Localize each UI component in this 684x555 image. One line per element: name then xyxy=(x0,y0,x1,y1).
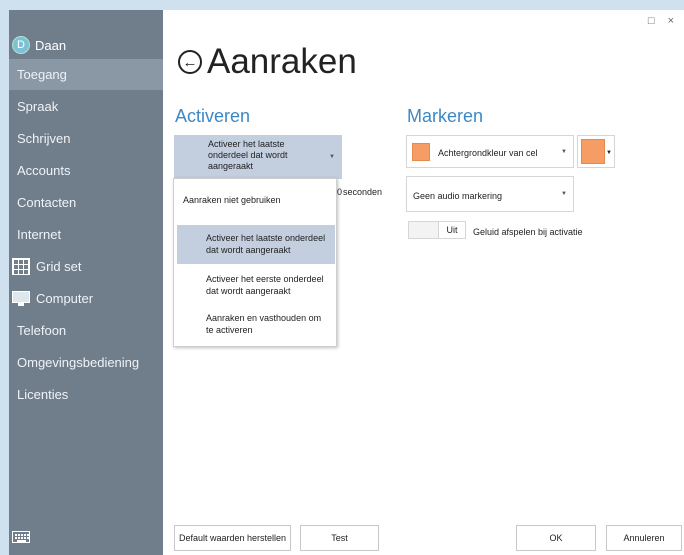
menu-item-activate-last[interactable]: Activeer het laatste onderdeel dat wordt… xyxy=(177,225,335,264)
test-button[interactable]: Test xyxy=(300,525,379,551)
activation-mode-menu: Aanraken niet gebruiken Activeer het laa… xyxy=(173,178,337,347)
maximize-icon[interactable]: □ xyxy=(648,15,655,27)
close-icon[interactable]: × xyxy=(668,15,674,27)
window-left-border xyxy=(0,0,9,555)
main-panel: □ × ← Aanraken Activeren Markeren Active… xyxy=(163,10,684,555)
background-marking-dropdown[interactable]: Achtergrondkleur van cel ▼ xyxy=(406,135,574,168)
sidebar: D Daan Toegang Spraak Schrijven Accounts… xyxy=(9,10,163,555)
section-heading-markeren: Markeren xyxy=(407,106,484,126)
menu-item-hold-to-activate[interactable]: Aanraken en vasthouden om te activeren xyxy=(177,312,335,336)
sidebar-item-accounts[interactable]: Accounts xyxy=(9,155,163,186)
seconds-value: 0 xyxy=(337,187,343,197)
toggle-knob xyxy=(409,222,439,238)
user-name: Daan xyxy=(35,37,67,53)
window-controls: □ × xyxy=(648,15,684,27)
page-header: ← Aanraken xyxy=(178,42,357,82)
chevron-down-icon: ▼ xyxy=(329,154,335,160)
page-title: Aanraken xyxy=(207,42,357,81)
sidebar-item-computer[interactable]: Computer xyxy=(9,283,163,314)
avatar: D xyxy=(12,36,30,54)
back-arrow-icon[interactable]: ← xyxy=(178,50,202,74)
color-swatch-large xyxy=(581,139,605,164)
sound-toggle[interactable]: Uit xyxy=(408,221,466,239)
seconds-label: seconden xyxy=(343,187,383,197)
activation-mode-dropdown[interactable]: Activeer het laatste onderdeel dat wordt… xyxy=(174,135,342,179)
sidebar-item-licenties[interactable]: Licenties xyxy=(9,379,163,410)
sidebar-item-schrijven[interactable]: Schrijven xyxy=(9,123,163,154)
cancel-button[interactable]: Annuleren xyxy=(606,525,682,551)
menu-item-activate-first[interactable]: Activeer het eerste onderdeel dat wordt … xyxy=(177,273,335,297)
sidebar-item-omgevingsbediening[interactable]: Omgevingsbediening xyxy=(9,347,163,378)
chevron-down-icon: ▼ xyxy=(606,150,612,156)
keyboard-icon[interactable] xyxy=(12,531,30,543)
window-top-border xyxy=(0,0,684,10)
reset-defaults-button[interactable]: Default waarden herstellen xyxy=(174,525,291,551)
menu-item-no-touch[interactable]: Aanraken niet gebruiken xyxy=(177,194,335,206)
sidebar-item-spraak[interactable]: Spraak xyxy=(9,91,163,122)
sidebar-item-grid-set[interactable]: Grid set xyxy=(9,251,163,282)
color-picker-button[interactable]: ▼ xyxy=(577,135,615,168)
user-profile[interactable]: D Daan xyxy=(12,35,66,55)
chevron-down-icon: ▼ xyxy=(561,148,567,155)
grid-icon xyxy=(12,258,30,275)
color-swatch xyxy=(412,143,430,161)
sidebar-item-internet[interactable]: Internet xyxy=(9,219,163,250)
ok-button[interactable]: OK xyxy=(516,525,596,551)
section-heading-activeren: Activeren xyxy=(175,106,251,126)
audio-marking-dropdown[interactable]: Geen audio markering ▼ xyxy=(406,176,574,212)
sidebar-item-contacten[interactable]: Contacten xyxy=(9,187,163,218)
computer-icon xyxy=(12,291,30,306)
sidebar-item-toegang[interactable]: Toegang xyxy=(9,59,163,90)
sidebar-item-telefoon[interactable]: Telefoon xyxy=(9,315,163,346)
sound-label: Geluid afspelen bij activatie xyxy=(473,227,583,237)
chevron-down-icon: ▼ xyxy=(561,191,567,197)
